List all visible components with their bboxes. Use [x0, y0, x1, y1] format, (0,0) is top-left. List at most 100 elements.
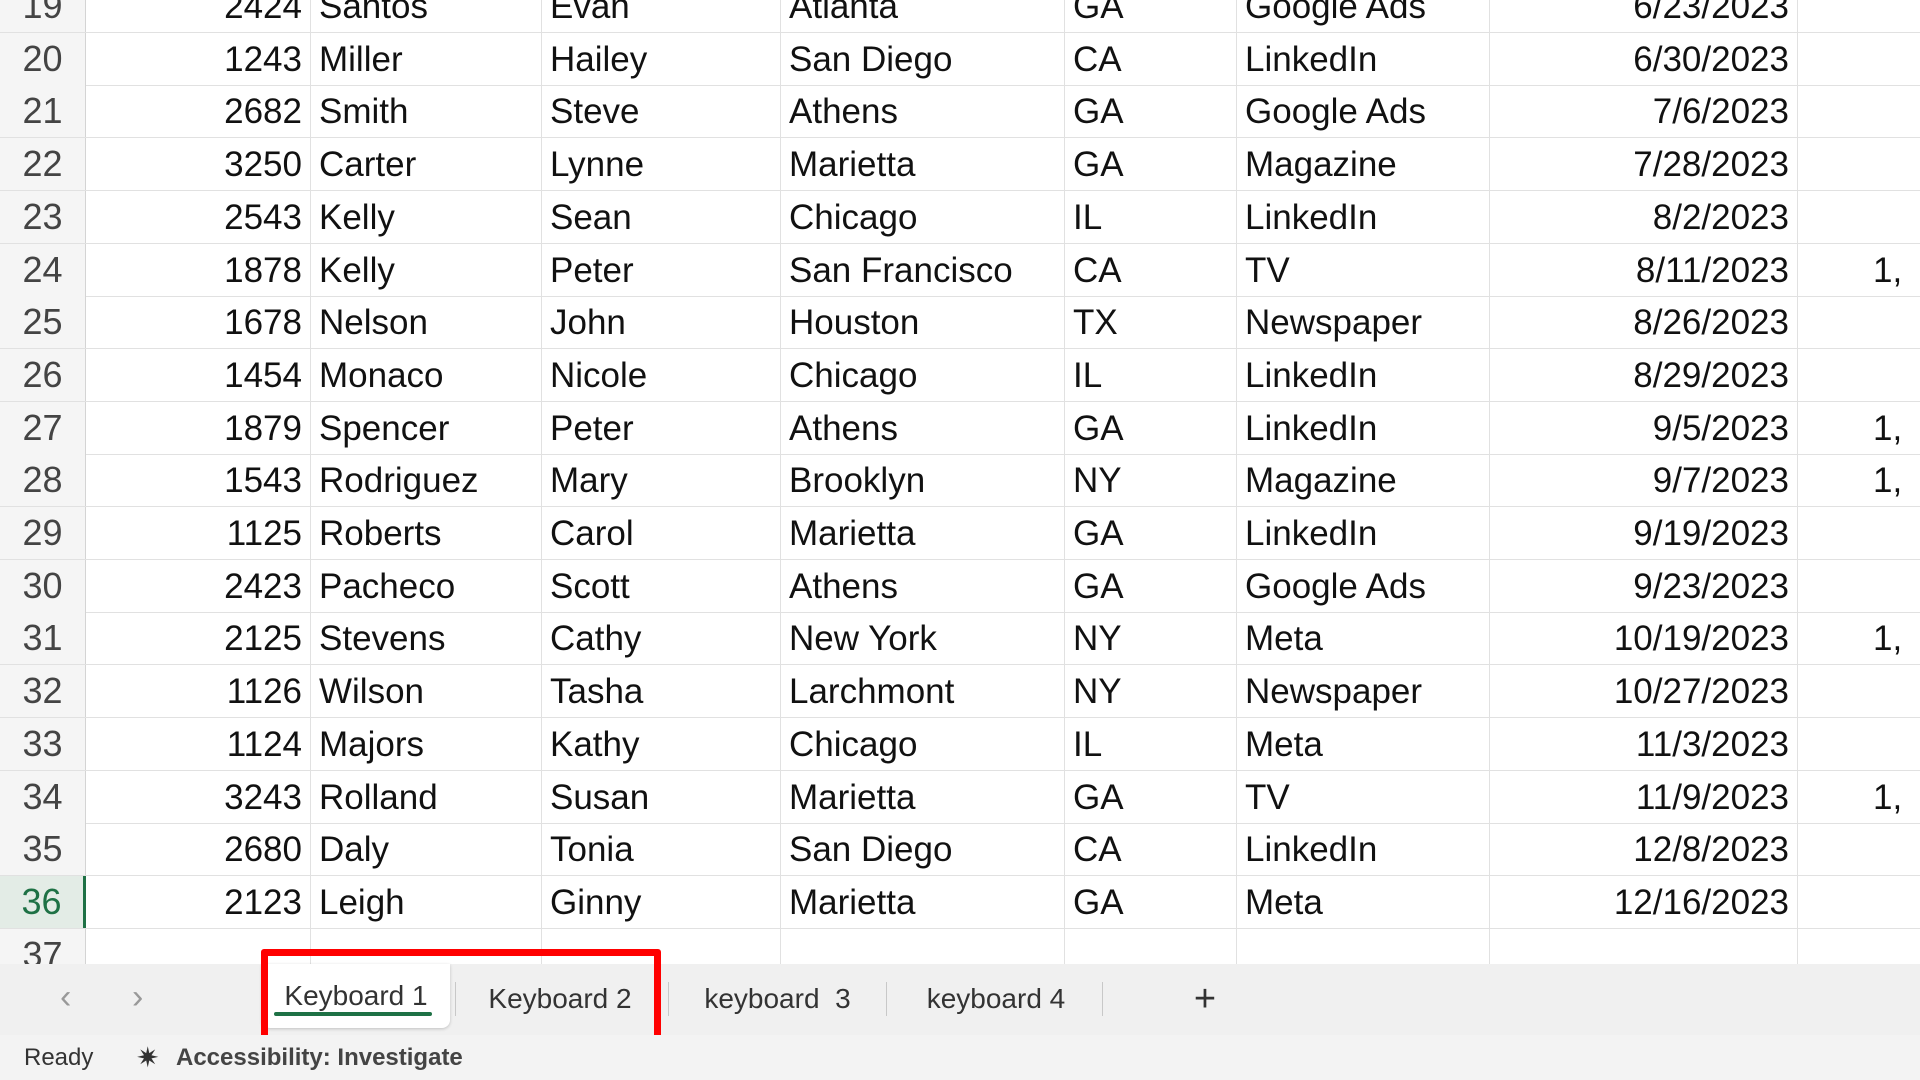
id-cell[interactable]: 2123	[86, 875, 311, 928]
row-header[interactable]: 20	[0, 32, 86, 85]
row-header[interactable]: 23	[0, 190, 86, 243]
id-cell[interactable]: 3250	[86, 138, 311, 191]
last-name-cell[interactable]: Stevens	[311, 612, 542, 665]
last-name-cell[interactable]: Santos	[311, 0, 542, 32]
tab-keyboard-3[interactable]: keyboard 3	[680, 964, 875, 1028]
first-name-cell[interactable]: Nicole	[542, 348, 781, 401]
date-cell[interactable]	[1490, 928, 1798, 964]
amount-cell[interactable]	[1798, 33, 1920, 85]
row-header[interactable]: 25	[0, 296, 86, 349]
id-cell[interactable]: 2424	[86, 0, 311, 32]
id-cell[interactable]: 1125	[86, 507, 311, 559]
last-name-cell[interactable]: Rodriguez	[311, 454, 542, 507]
first-name-cell[interactable]: Kathy	[542, 717, 781, 770]
row-header[interactable]: 33	[0, 717, 86, 770]
id-cell[interactable]: 3243	[86, 770, 311, 823]
source-cell[interactable]: LinkedIn	[1237, 823, 1490, 876]
row-header[interactable]: 21	[0, 85, 86, 138]
last-name-cell[interactable]: Miller	[311, 32, 542, 85]
city-cell[interactable]: Brooklyn	[781, 454, 1065, 507]
date-cell[interactable]: 6/23/2023	[1490, 0, 1798, 32]
city-cell[interactable]: Athens	[781, 401, 1065, 454]
state-cell[interactable]: CA	[1065, 823, 1237, 876]
accessibility-status[interactable]: Accessibility: Investigate	[176, 1035, 463, 1080]
amount-cell[interactable]	[1798, 876, 1920, 928]
date-cell[interactable]: 9/23/2023	[1490, 559, 1798, 612]
first-name-cell[interactable]: Susan	[542, 770, 781, 823]
state-cell[interactable]: GA	[1065, 401, 1237, 454]
city-cell[interactable]: Athens	[781, 559, 1065, 612]
source-cell[interactable]: Meta	[1237, 875, 1490, 928]
state-cell[interactable]: GA	[1065, 138, 1237, 191]
row-header[interactable]: 30	[0, 559, 86, 612]
state-cell[interactable]: GA	[1065, 770, 1237, 823]
id-cell[interactable]: 2682	[86, 85, 311, 138]
chevron-right-icon[interactable]: ›	[132, 978, 143, 1017]
state-cell[interactable]: TX	[1065, 296, 1237, 349]
first-name-cell[interactable]: Scott	[542, 559, 781, 612]
source-cell[interactable]: LinkedIn	[1237, 348, 1490, 401]
city-cell[interactable]: Chicago	[781, 348, 1065, 401]
state-cell[interactable]: GA	[1065, 0, 1237, 32]
source-cell[interactable]: TV	[1237, 243, 1490, 296]
add-sheet-button[interactable]: +	[1180, 964, 1230, 1028]
date-cell[interactable]: 10/27/2023	[1490, 665, 1798, 718]
date-cell[interactable]: 6/30/2023	[1490, 32, 1798, 85]
first-name-cell[interactable]: Carol	[542, 507, 781, 559]
city-cell[interactable]: Larchmont	[781, 665, 1065, 718]
last-name-cell[interactable]: Kelly	[311, 190, 542, 243]
city-cell[interactable]: Marietta	[781, 138, 1065, 191]
row-header[interactable]: 32	[0, 665, 86, 718]
first-name-cell[interactable]: John	[542, 296, 781, 349]
row-header[interactable]: 24	[0, 243, 86, 296]
first-name-cell[interactable]: Peter	[542, 243, 781, 296]
state-cell[interactable]: NY	[1065, 665, 1237, 718]
amount-cell[interactable]	[1798, 718, 1920, 770]
id-cell[interactable]: 1678	[86, 296, 311, 349]
state-cell[interactable]: IL	[1065, 717, 1237, 770]
amount-cell[interactable]: 1,	[1798, 402, 1920, 454]
last-name-cell[interactable]: Nelson	[311, 296, 542, 349]
source-cell[interactable]: LinkedIn	[1237, 32, 1490, 85]
source-cell[interactable]: Magazine	[1237, 454, 1490, 507]
date-cell[interactable]: 8/2/2023	[1490, 190, 1798, 243]
date-cell[interactable]: 9/19/2023	[1490, 507, 1798, 559]
amount-cell[interactable]: 1,	[1798, 454, 1920, 506]
id-cell[interactable]: 1879	[86, 401, 311, 454]
source-cell[interactable]: LinkedIn	[1237, 190, 1490, 243]
date-cell[interactable]: 11/9/2023	[1490, 770, 1798, 823]
id-cell[interactable]: 2423	[86, 559, 311, 612]
last-name-cell[interactable]: Wilson	[311, 665, 542, 718]
state-cell[interactable]	[1065, 928, 1237, 964]
amount-cell[interactable]: 1,	[1798, 612, 1920, 664]
source-cell[interactable]: TV	[1237, 770, 1490, 823]
amount-cell[interactable]	[1798, 349, 1920, 401]
last-name-cell[interactable]: Pacheco	[311, 559, 542, 612]
last-name-cell[interactable]: Roberts	[311, 507, 542, 559]
source-cell[interactable]: Google Ads	[1237, 0, 1490, 32]
city-cell[interactable]: Houston	[781, 296, 1065, 349]
chevron-left-icon[interactable]: ‹	[60, 978, 71, 1017]
source-cell[interactable]: LinkedIn	[1237, 507, 1490, 559]
amount-cell[interactable]	[1798, 929, 1920, 964]
amount-cell[interactable]	[1798, 85, 1920, 137]
first-name-cell[interactable]: Sean	[542, 190, 781, 243]
source-cell[interactable]: Newspaper	[1237, 296, 1490, 349]
state-cell[interactable]: IL	[1065, 348, 1237, 401]
first-name-cell[interactable]: Cathy	[542, 612, 781, 665]
amount-cell[interactable]	[1798, 191, 1920, 243]
city-cell[interactable]	[781, 928, 1065, 964]
city-cell[interactable]: Marietta	[781, 875, 1065, 928]
row-header[interactable]: 28	[0, 454, 86, 507]
date-cell[interactable]: 8/29/2023	[1490, 348, 1798, 401]
row-header[interactable]: 29	[0, 507, 86, 559]
row-header[interactable]: 31	[0, 612, 86, 665]
first-name-cell[interactable]: Evan	[542, 0, 781, 32]
tab-keyboard-4[interactable]: keyboard 4	[898, 964, 1094, 1028]
city-cell[interactable]: New York	[781, 612, 1065, 665]
city-cell[interactable]: Atlanta	[781, 0, 1065, 32]
amount-cell[interactable]	[1798, 560, 1920, 612]
date-cell[interactable]: 12/16/2023	[1490, 875, 1798, 928]
last-name-cell[interactable]: Carter	[311, 138, 542, 191]
state-cell[interactable]: IL	[1065, 190, 1237, 243]
